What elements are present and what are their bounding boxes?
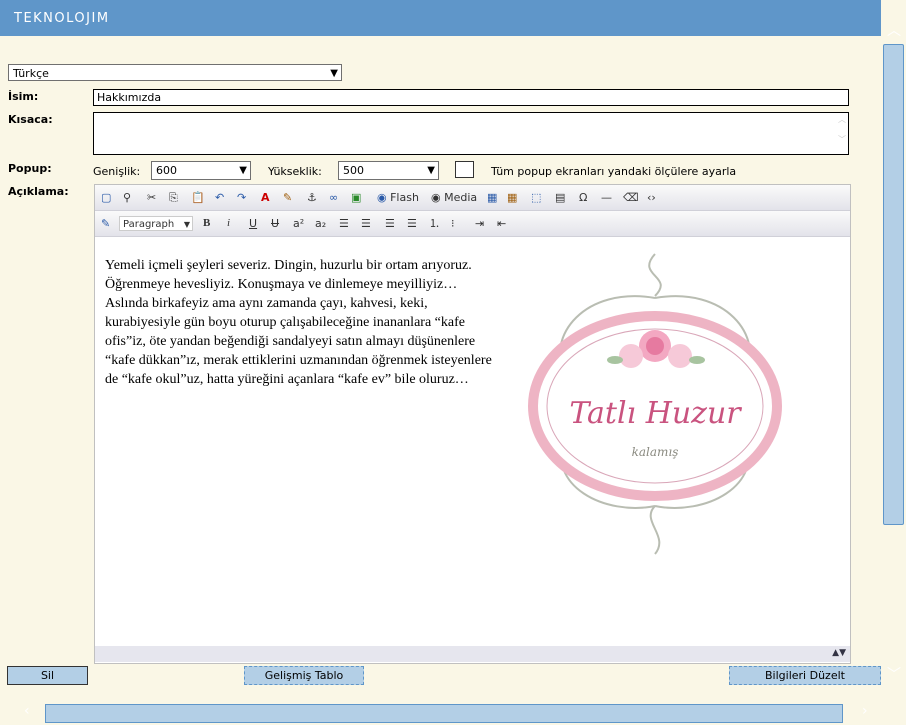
anchor-icon[interactable]: ⚓	[307, 190, 317, 205]
apply-all-label: Tüm popup ekranları yandaki ölçülere aya…	[491, 165, 737, 178]
style-icon[interactable]: ✎	[101, 216, 110, 231]
vertical-scroll-thumb[interactable]	[883, 44, 904, 525]
chevron-down-icon: ▼	[183, 220, 190, 229]
source-code-icon[interactable]: ‹›	[647, 190, 656, 205]
horizontal-rule-icon[interactable]: —	[601, 190, 612, 205]
editor-statusbar: ▲▼	[95, 646, 850, 662]
unordered-list-icon[interactable]: ⁝	[451, 216, 455, 231]
redo-icon[interactable]: ↷	[237, 190, 246, 205]
rich-text-editor: ▢ ⚲ ✂ ⎘ 📋 ↶ ↷ A ✎ ⚓ ∞ ▣ ◉ Flash ◉ Media …	[94, 184, 851, 664]
aciklama-label: Açıklama:	[8, 185, 69, 198]
align-left-icon[interactable]: ☰	[339, 216, 349, 231]
chevron-down-icon: ▼	[330, 68, 338, 79]
width-label: Genişlik:	[93, 165, 141, 178]
superscript-button[interactable]: a²	[293, 216, 304, 231]
isim-input[interactable]: Hakkımızda	[93, 89, 849, 106]
popup-size-row: Genişlik: 600 ▼ Yükseklik: 500 ▼ Tüm pop…	[93, 161, 853, 181]
ordered-list-icon[interactable]: ⒈	[429, 216, 440, 231]
scroll-left-icon[interactable]: ‹	[24, 703, 30, 719]
height-select[interactable]: 500 ▼	[338, 161, 439, 180]
strikethrough-button[interactable]: U	[271, 216, 279, 231]
tatli-huzur-logo-image: Tatlı Huzur kalamış	[528, 253, 782, 555]
scroll-down-icon[interactable]: ﹀	[887, 668, 901, 682]
link-icon[interactable]: ∞	[329, 190, 338, 205]
width-select-value: 600	[156, 164, 177, 177]
kisaca-textarea[interactable]: ︿ ﹀	[93, 112, 849, 155]
outdent-icon[interactable]: ⇤	[497, 216, 506, 231]
app-logo: TEKNOLOJIM	[14, 11, 110, 26]
align-right-icon[interactable]: ☰	[385, 216, 395, 231]
chevron-down-icon: ▼	[239, 165, 247, 176]
horizontal-scroll-thumb[interactable]	[45, 704, 843, 723]
font-color-icon[interactable]: A	[261, 190, 270, 205]
flash-icon: ◉	[377, 191, 387, 204]
horizontal-scrollbar[interactable]: ‹ ›	[0, 700, 906, 725]
flash-button[interactable]: ◉ Flash	[377, 190, 419, 205]
popup-label: Popup:	[8, 162, 52, 175]
media-icon: ◉	[431, 191, 441, 204]
show-blocks-icon[interactable]: ⬚	[531, 190, 541, 205]
align-justify-icon[interactable]: ☰	[407, 216, 417, 231]
bold-button[interactable]: B	[203, 216, 210, 231]
format-select-value: Paragraph	[123, 219, 175, 230]
italic-button[interactable]: i	[227, 216, 230, 231]
indent-icon[interactable]: ⇥	[475, 216, 484, 231]
vertical-scrollbar[interactable]: ︿ ﹀	[881, 0, 906, 700]
height-label: Yükseklik:	[268, 165, 322, 178]
highlight-icon[interactable]: ✎	[283, 190, 292, 205]
align-center-icon[interactable]: ☰	[361, 216, 371, 231]
editor-toolbar-2: ✎ Paragraph ▼ B i U U a² a₂ ☰ ☰ ☰ ☰ ⒈ ⁝ …	[95, 211, 850, 237]
paste-icon[interactable]: 📋	[191, 190, 205, 205]
editor-toolbar-1: ▢ ⚲ ✂ ⎘ 📋 ↶ ↷ A ✎ ⚓ ∞ ▣ ◉ Flash ◉ Media …	[95, 185, 850, 211]
copy-icon[interactable]: ⎘	[169, 190, 178, 205]
cut-icon[interactable]: ✂	[147, 190, 156, 205]
logo-subtitle: kalamış	[632, 445, 679, 459]
width-select[interactable]: 600 ▼	[151, 161, 251, 180]
underline-button[interactable]: U	[249, 216, 257, 231]
scroll-up-icon[interactable]: ︿	[887, 24, 901, 38]
delete-button[interactable]: Sil	[7, 666, 88, 685]
media-label: Media	[444, 191, 478, 204]
editor-text: Yemeli içmeli şeyleri severiz. Dingin, h…	[105, 258, 492, 387]
flash-label: Flash	[390, 191, 419, 204]
main-content: Türkçe ▼ İsim: Hakkımızda Kısaca: ︿ ﹀ Pop…	[0, 36, 881, 700]
media-button[interactable]: ◉ Media	[431, 190, 477, 205]
find-icon[interactable]: ⚲	[123, 190, 131, 205]
language-select[interactable]: Türkçe ▼	[8, 64, 342, 81]
apply-all-checkbox[interactable]	[455, 161, 474, 178]
new-document-icon[interactable]: ▢	[101, 190, 111, 205]
image-icon[interactable]: ▣	[351, 190, 361, 205]
table-edit-icon[interactable]: ▦	[507, 190, 517, 205]
resize-arrows-icon[interactable]: ▲▼	[832, 648, 846, 658]
eraser-icon[interactable]: ⌫	[623, 190, 639, 205]
scroll-right-icon[interactable]: ›	[862, 703, 868, 719]
chevron-down-icon: ▼	[427, 165, 435, 176]
language-select-value: Türkçe	[13, 67, 49, 80]
height-select-value: 500	[343, 164, 364, 177]
advanced-table-button[interactable]: Gelişmiş Tablo	[244, 666, 364, 685]
update-info-button[interactable]: Bilgileri Düzelt	[729, 666, 881, 685]
table-icon[interactable]: ▦	[487, 190, 497, 205]
logo-title: Tatlı Huzur	[569, 396, 742, 431]
page-break-icon[interactable]: ▤	[555, 190, 565, 205]
editor-content[interactable]: Yemeli içmeli şeyleri severiz. Dingin, h…	[95, 240, 850, 646]
special-char-icon[interactable]: Ω	[579, 190, 587, 205]
undo-icon[interactable]: ↶	[215, 190, 224, 205]
header-bar: TEKNOLOJIM	[0, 0, 881, 36]
isim-label: İsim:	[8, 90, 39, 103]
textarea-scroll-icon: ︿ ﹀	[838, 115, 846, 144]
format-select[interactable]: Paragraph ▼	[119, 216, 193, 231]
kisaca-label: Kısaca:	[8, 113, 53, 126]
subscript-button[interactable]: a₂	[315, 216, 326, 231]
